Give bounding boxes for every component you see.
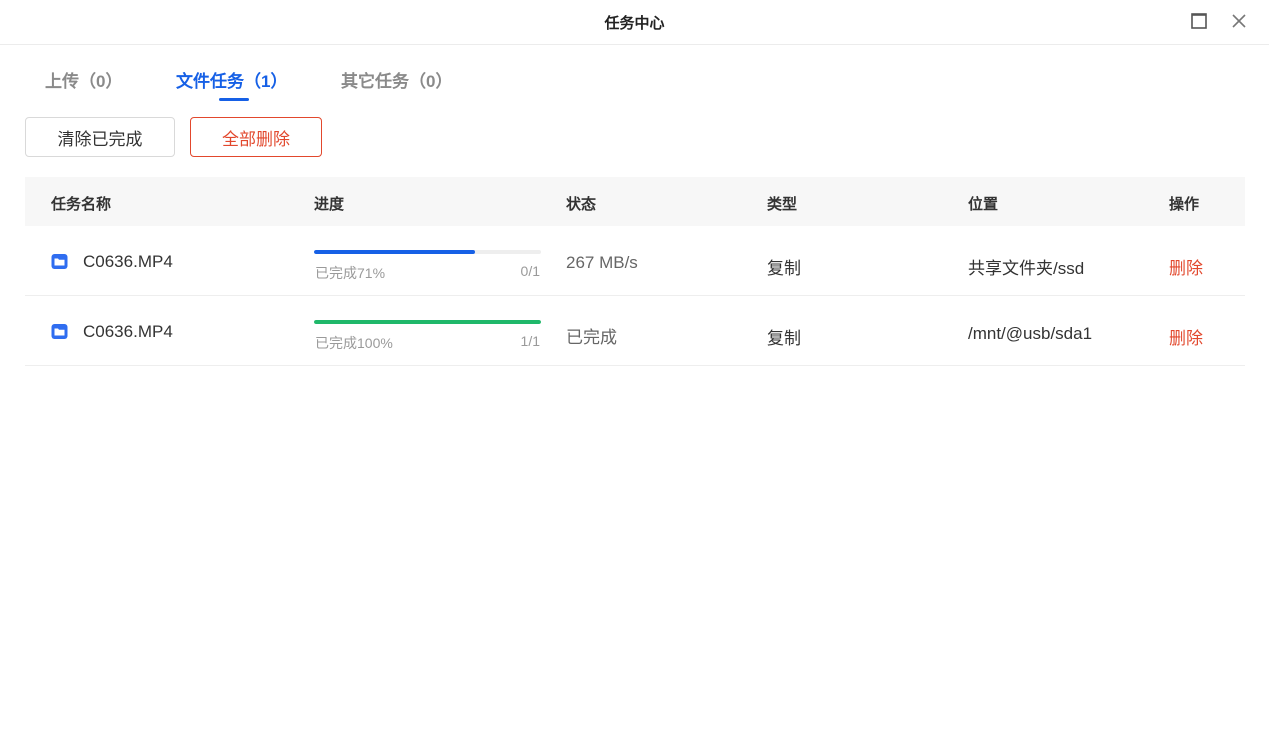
delete-task-link[interactable]: 删除: [1169, 324, 1203, 349]
header-task-name: 任务名称: [51, 196, 112, 213]
folder-file-icon: [51, 254, 68, 269]
task-table: 任务名称 进度 状态 类型 位置 操作 C0636.MP4 已完成71% 0/1…: [25, 177, 1245, 366]
table-row: C0636.MP4 已完成100% 1/1 已完成 复制 /mnt/@usb/s…: [25, 296, 1245, 366]
task-type: 复制: [767, 329, 801, 348]
tab-file-tasks[interactable]: 文件任务（1）: [176, 67, 287, 92]
progress-fill: [314, 250, 476, 254]
progress-count: 0/1: [520, 263, 540, 279]
progress-bar: [314, 320, 541, 324]
folder-file-icon: [51, 324, 68, 339]
maximize-button[interactable]: [1188, 10, 1210, 32]
progress-bar: [314, 250, 541, 254]
progress-label: 已完成71%: [315, 265, 386, 281]
progress-label: 已完成100%: [315, 335, 393, 351]
table-row: C0636.MP4 已完成71% 0/1 267 MB/s 复制 共享文件夹/s…: [25, 226, 1245, 296]
task-file-name: C0636.MP4: [83, 252, 173, 271]
task-center-window: 任务中心 上传（0） 文件任务（1） 其它任务（0） 清除已完成 全部删除 任务…: [0, 0, 1269, 742]
header-status: 状态: [566, 196, 597, 213]
task-status: 已完成: [566, 328, 617, 347]
tab-upload[interactable]: 上传（0）: [45, 67, 122, 92]
header-type: 类型: [767, 196, 798, 213]
header-location: 位置: [968, 196, 999, 213]
task-location: 共享文件夹/ssd: [968, 259, 1085, 278]
progress-count: 1/1: [520, 333, 540, 349]
tab-other-tasks[interactable]: 其它任务（0）: [341, 67, 452, 92]
header-action: 操作: [1169, 196, 1200, 213]
task-location: /mnt/@usb/sda1: [968, 324, 1093, 343]
task-status: 267 MB/s: [566, 253, 638, 272]
maximize-icon: [1191, 13, 1207, 29]
progress-fill: [314, 320, 541, 324]
task-file-name: C0636.MP4: [83, 322, 173, 341]
task-type: 复制: [767, 259, 801, 278]
close-icon: [1232, 14, 1246, 28]
table-header: 任务名称 进度 状态 类型 位置 操作: [25, 177, 1245, 226]
window-title: 任务中心: [604, 15, 665, 32]
clear-completed-button[interactable]: 清除已完成: [25, 117, 175, 157]
title-bar: 任务中心: [0, 0, 1269, 45]
header-progress: 进度: [314, 196, 345, 213]
delete-task-link[interactable]: 删除: [1169, 254, 1203, 279]
delete-all-button[interactable]: 全部删除: [190, 117, 322, 157]
tab-bar: 上传（0） 文件任务（1） 其它任务（0）: [0, 45, 1269, 105]
close-button[interactable]: [1228, 10, 1250, 32]
active-tab-indicator: [219, 98, 249, 101]
